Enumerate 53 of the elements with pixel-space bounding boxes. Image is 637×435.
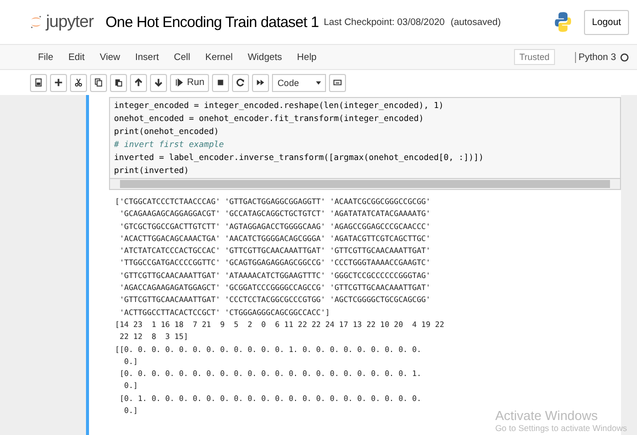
code-line: inverted = label_encoder.inverse_transform([argmax(onehot_encoded[0, :])])	[114, 151, 484, 164]
trusted-indicator[interactable]: Trusted	[514, 49, 554, 65]
fastforward-button[interactable]	[252, 74, 270, 92]
stop-icon	[216, 78, 226, 87]
caret-icon	[316, 80, 322, 84]
code-line: print(onehot_encoded)	[114, 125, 219, 138]
python-logo-icon	[554, 10, 572, 34]
kernel-name: Python 3	[574, 52, 616, 62]
code-line: integer_encoded = integer_encoded.reshape(len(integer_encoded), 1)	[114, 99, 444, 112]
plus-icon	[54, 78, 63, 87]
save-button[interactable]	[30, 74, 47, 92]
code-input-area[interactable]	[109, 97, 621, 178]
down-button[interactable]	[150, 74, 167, 92]
menu-item[interactable]: File	[38, 52, 54, 62]
fast-forward-icon	[256, 78, 266, 87]
menu-item[interactable]: Widgets	[248, 52, 282, 62]
horizontal-scrollbar[interactable]	[109, 178, 621, 190]
logout-button[interactable]: Logout	[584, 10, 629, 34]
keyboard-button[interactable]	[329, 74, 346, 92]
notebook-title[interactable]: One Hot Encoding Train dataset 1	[106, 14, 319, 30]
run-button[interactable]: Run	[170, 74, 210, 92]
arrow-up-icon	[134, 78, 143, 87]
restart-button[interactable]	[232, 74, 250, 92]
activation-title: Activate Windows	[495, 408, 599, 423]
jupyter-wordmark: jupyter	[46, 12, 94, 32]
scissors-icon	[74, 78, 83, 87]
code-line: print(inverted)	[114, 164, 189, 177]
plus-button[interactable]	[50, 74, 67, 92]
menu-item[interactable]: Cell	[174, 52, 190, 62]
menu-item[interactable]: Kernel	[205, 52, 233, 62]
kernel-idle-icon	[620, 52, 629, 62]
clipboard-icon	[114, 78, 123, 87]
code-line: onehot_encoded = onehot_encoder.fit_transform(integer_encoded)	[114, 112, 424, 125]
arrow-down-icon	[154, 78, 163, 87]
copy-icon	[94, 78, 103, 87]
autosave-status: (autosaved)	[450, 16, 501, 28]
paste-button[interactable]	[110, 74, 127, 92]
keyboard-icon	[333, 78, 342, 87]
checkpoint-status: Last Checkpoint: 03/08/2020	[324, 16, 445, 28]
menu-item[interactable]: Help	[297, 52, 317, 62]
copy-button[interactable]	[90, 74, 107, 92]
restart-icon	[236, 78, 246, 87]
jupyter-logo-icon	[30, 14, 42, 30]
up-button[interactable]	[130, 74, 147, 92]
menu-item[interactable]: Edit	[68, 52, 85, 62]
cell-type-dropdown[interactable]: Code	[272, 74, 326, 92]
code-comment: # invert first example	[114, 138, 224, 151]
step-forward-icon	[175, 78, 184, 87]
cut-button[interactable]	[70, 74, 87, 92]
activation-hint: Go to Settings to activate Windows	[495, 423, 627, 433]
menu-item[interactable]: Insert	[135, 52, 159, 62]
menu-item[interactable]: View	[100, 52, 120, 62]
stop-button[interactable]	[212, 74, 230, 92]
